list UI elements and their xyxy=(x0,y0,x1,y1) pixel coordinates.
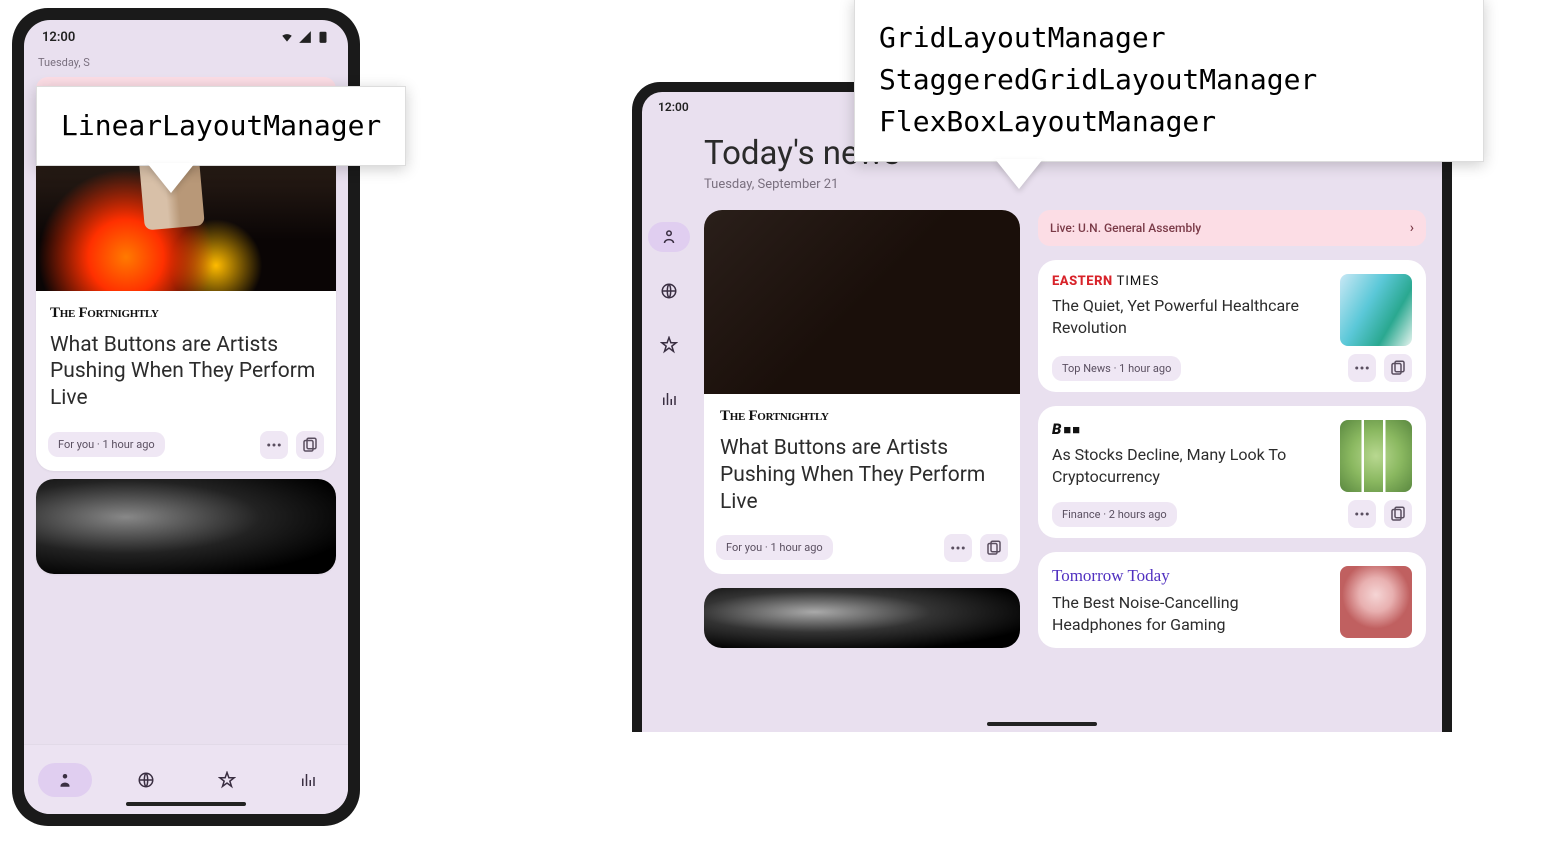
person-icon xyxy=(660,228,678,246)
person-icon xyxy=(56,771,74,789)
more-horiz-icon xyxy=(1353,505,1371,523)
tablet-nav-rail xyxy=(642,122,696,732)
nav-trending[interactable] xyxy=(281,763,335,797)
star-icon xyxy=(218,771,236,789)
bookmark-stack-icon xyxy=(301,436,319,454)
label-linear: LinearLayoutManager xyxy=(36,86,406,166)
nav-world[interactable] xyxy=(119,763,173,797)
globe-icon xyxy=(660,282,678,300)
card-hero-image xyxy=(704,210,1020,394)
save-button[interactable] xyxy=(980,534,1008,562)
more-button[interactable] xyxy=(260,431,288,459)
signal-icon xyxy=(298,30,312,44)
nav-for-you[interactable] xyxy=(38,763,92,797)
more-horiz-icon xyxy=(949,539,967,557)
chevron-right-icon: › xyxy=(1410,220,1414,236)
card-publisher: The Fortnightly xyxy=(720,408,1004,425)
card-hero-image xyxy=(704,588,1020,648)
card-chip[interactable]: For you · 1 hour ago xyxy=(716,535,833,560)
label-grid-text-2: StaggeredGridLayoutManager xyxy=(879,59,1459,101)
label-grid: GridLayoutManager StaggeredGridLayoutMan… xyxy=(854,0,1484,162)
status-time: 12:00 xyxy=(658,100,689,114)
save-button[interactable] xyxy=(1384,500,1412,528)
label-linear-text: LinearLayoutManager xyxy=(61,109,381,142)
nav-bookmarks[interactable] xyxy=(648,330,690,360)
label-grid-text-3: FlexBoxLayoutManager xyxy=(879,101,1459,143)
save-button[interactable] xyxy=(1384,354,1412,382)
phone-status-bar: 12:00 xyxy=(24,20,348,54)
more-button[interactable] xyxy=(1348,354,1376,382)
item-headline: As Stocks Decline, Many Look To Cryptocu… xyxy=(1052,444,1328,487)
card-headline: What Buttons are Artists Pushing When Th… xyxy=(50,332,322,411)
label-pointer-icon xyxy=(995,159,1043,189)
more-button[interactable] xyxy=(944,534,972,562)
item-thumbnail xyxy=(1340,566,1412,638)
label-grid-text-1: GridLayoutManager xyxy=(879,17,1459,59)
nav-world[interactable] xyxy=(648,276,690,306)
item-headline: The Best Noise-Cancelling Headphones for… xyxy=(1052,592,1328,635)
news-item[interactable]: Tomorrow Today The Best Noise-Cancelling… xyxy=(1038,552,1426,648)
gesture-handle[interactable] xyxy=(126,802,246,806)
item-thumbnail xyxy=(1340,420,1412,492)
bookmark-stack-icon xyxy=(1389,359,1407,377)
secondary-card[interactable] xyxy=(704,588,1020,648)
featured-card[interactable]: The Fortnightly What Buttons are Artists… xyxy=(704,210,1020,574)
item-chip[interactable]: Top News · 1 hour ago xyxy=(1052,356,1181,381)
more-horiz-icon xyxy=(1353,359,1371,377)
nav-trending[interactable] xyxy=(648,384,690,414)
label-pointer-icon xyxy=(147,163,195,193)
item-thumbnail xyxy=(1340,274,1412,346)
grid-column-right: Live: U.N. General Assembly › EASTERN TI… xyxy=(1038,210,1426,732)
bars-icon xyxy=(299,771,317,789)
globe-icon xyxy=(137,771,155,789)
card-chip[interactable]: For you · 1 hour ago xyxy=(48,432,165,457)
card-headline: What Buttons are Artists Pushing When Th… xyxy=(720,435,1004,516)
item-publisher: B xyxy=(1052,420,1328,438)
more-button[interactable] xyxy=(1348,500,1376,528)
status-indicators xyxy=(280,30,330,44)
nav-bookmarks[interactable] xyxy=(200,763,254,797)
bookmark-stack-icon xyxy=(1389,505,1407,523)
nav-for-you[interactable] xyxy=(648,222,690,252)
news-card-2[interactable] xyxy=(36,479,336,574)
save-button[interactable] xyxy=(296,431,324,459)
more-horiz-icon xyxy=(265,436,283,454)
phone-date: Tuesday, S xyxy=(36,54,336,69)
news-item[interactable]: EASTERN TIMES The Quiet, Yet Powerful He… xyxy=(1038,260,1426,392)
item-publisher: Tomorrow Today xyxy=(1052,566,1328,586)
live-banner[interactable]: Live: U.N. General Assembly › xyxy=(1038,210,1426,246)
status-time: 12:00 xyxy=(42,30,75,45)
item-publisher: EASTERN TIMES xyxy=(1052,274,1328,289)
item-headline: The Quiet, Yet Powerful Healthcare Revol… xyxy=(1052,295,1328,338)
grid-column-left: The Fortnightly What Buttons are Artists… xyxy=(704,210,1020,732)
wifi-icon xyxy=(280,30,294,44)
battery-icon xyxy=(316,30,330,44)
item-chip[interactable]: Finance · 2 hours ago xyxy=(1052,502,1177,527)
page-date: Tuesday, September 21 xyxy=(704,177,900,192)
star-icon xyxy=(660,336,678,354)
news-item[interactable]: B As Stocks Decline, Many Look To Crypto… xyxy=(1038,406,1426,538)
live-banner-text: Live: U.N. General Assembly xyxy=(1050,221,1201,235)
card-hero-image xyxy=(36,479,336,574)
card-publisher: The Fortnightly xyxy=(50,305,322,322)
bars-icon xyxy=(660,390,678,408)
gesture-handle[interactable] xyxy=(987,722,1097,726)
bookmark-stack-icon xyxy=(985,539,1003,557)
